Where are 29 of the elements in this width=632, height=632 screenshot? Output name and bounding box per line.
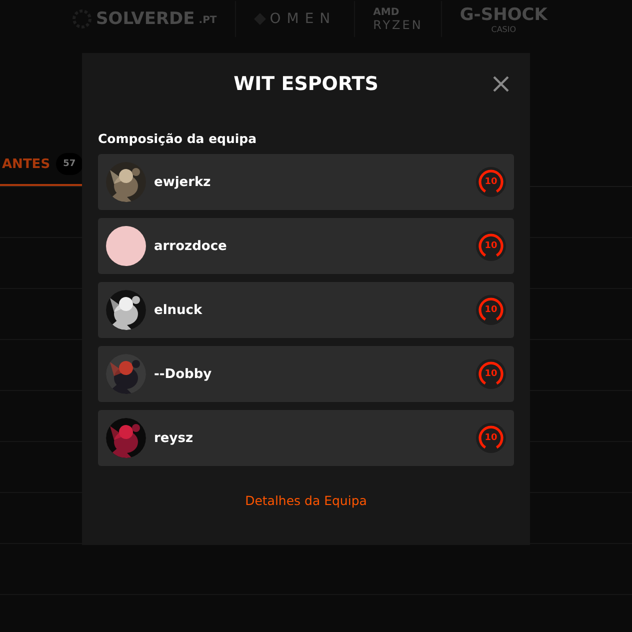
player-card[interactable]: reysz 10 [98,410,514,466]
count-badge: 57 [56,153,83,175]
team-details-link[interactable]: Detalhes da Equipa [245,493,367,508]
sponsor-logo-suffix: .PT [198,15,217,26]
player-name: elnuck [154,302,204,318]
sponsor-logo-text: SOLVERDE [96,9,195,29]
sponsor-logo-subtext: RYZEN [373,18,423,32]
player-name: arrozdoce [154,238,228,254]
player-card[interactable]: ewjerkz 10 [98,154,514,210]
skill-level-badge: 10 [476,231,506,261]
sponsor-logo-subtext: CASIO [491,24,516,34]
sponsor-logo-text: AMD [373,6,400,18]
tab-label: ANTES [2,156,50,172]
avatar-placeholder [106,226,146,266]
skill-level-badge: 10 [476,423,506,453]
skill-level-badge: 10 [476,167,506,197]
sponsor-logo-text: OMEN [270,11,336,27]
player-name: ewjerkz [154,174,212,190]
player-card[interactable]: arrozdoce 10 [98,218,514,274]
player-card[interactable]: --Dobby 10 [98,346,514,402]
player-name: --Dobby [154,366,213,382]
section-title: Composição da equipa [98,131,258,146]
sponsor-logo-text: G-SHOCK [460,4,548,24]
dialog-title: WIT ESPORTS [234,73,378,95]
skill-level-badge: 10 [476,295,506,325]
close-button[interactable] [492,75,510,93]
player-card[interactable]: elnuck 10 [98,282,514,338]
skill-level-badge: 10 [476,359,506,389]
player-name: reysz [154,430,194,446]
